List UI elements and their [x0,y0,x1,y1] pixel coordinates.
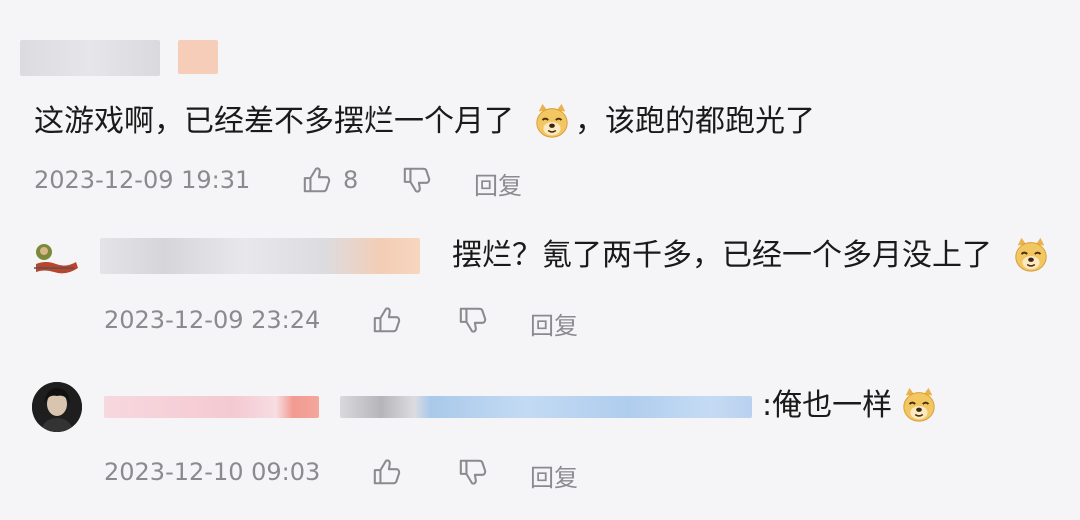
avatar-image [34,244,78,274]
avatar[interactable] [32,382,82,432]
reply-button[interactable]: 回复 [530,306,578,341]
comment-text: 这游戏啊，已经差不多摆烂一个月了 [34,102,514,142]
reply-target-blurred[interactable] [340,396,752,418]
thumbs-up-icon[interactable] [372,457,402,487]
avatar[interactable] [30,238,80,278]
reply-button[interactable]: 回复 [474,166,522,201]
username-blurred[interactable] [100,238,420,274]
comment-timestamp: 2023-12-09 19:31 [34,166,251,194]
thumbs-down-icon[interactable] [458,305,488,335]
avatar-image [32,382,82,432]
thumbs-up-icon[interactable] [372,305,402,335]
comment-text: 摆烂？氪了两千多，已经一个多月没上了 [452,238,992,273]
username-blurred[interactable] [104,396,319,418]
comment-text-part: ，该跑的都跑光了 [575,104,815,139]
doge-emoji-icon [533,102,571,140]
thumbs-up-icon[interactable] [302,165,332,195]
username-blurred[interactable] [20,40,160,76]
doge-emoji-icon [1012,236,1050,274]
like-count: 8 [343,166,359,194]
thumbs-down-icon[interactable] [458,457,488,487]
reply-button[interactable]: 回复 [530,458,578,493]
thumbs-down-icon[interactable] [402,165,432,195]
comment-text-part: 这游戏啊，已经差不多摆烂一个月了 [34,104,514,139]
comment-timestamp: 2023-12-10 09:03 [104,458,321,486]
doge-emoji-icon [900,386,938,424]
comment-timestamp: 2023-12-09 23:24 [104,306,321,334]
comment-text: :俺也一样 [762,388,893,423]
user-badge-blurred [178,40,218,74]
comment-text-continued: ，该跑的都跑光了 [575,102,815,142]
